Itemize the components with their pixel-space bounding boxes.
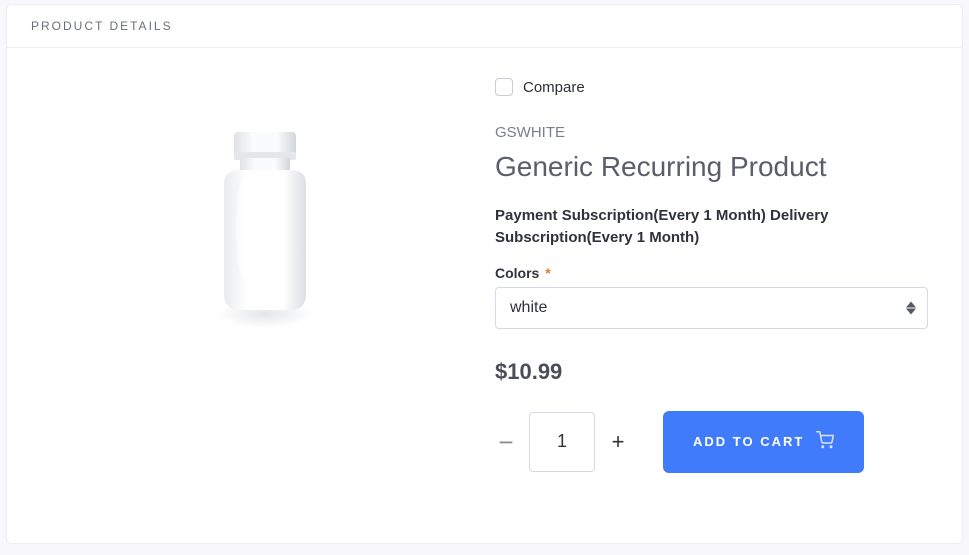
product-title: Generic Recurring Product — [495, 151, 928, 183]
add-to-cart-label: ADD TO CART — [693, 434, 804, 449]
product-image — [200, 128, 330, 348]
add-to-cart-button[interactable]: ADD TO CART — [663, 411, 864, 473]
colors-select-wrap — [495, 287, 928, 329]
product-info-column: Compare GSWHITE Generic Recurring Produc… — [495, 78, 934, 473]
action-row: − + ADD TO CART — [495, 411, 928, 473]
product-sku: GSWHITE — [495, 124, 928, 141]
colors-field-label: Colors * — [495, 265, 928, 281]
panel-title: PRODUCT DETAILS — [7, 5, 962, 48]
compare-checkbox[interactable] — [495, 78, 513, 96]
quantity-increase-button[interactable]: + — [607, 431, 629, 453]
product-image-column — [35, 78, 495, 473]
card-body: Compare GSWHITE Generic Recurring Produc… — [7, 48, 962, 493]
quantity-decrease-button[interactable]: − — [495, 431, 517, 453]
cart-icon — [816, 431, 834, 452]
colors-select[interactable] — [495, 287, 928, 329]
required-indicator: * — [545, 265, 550, 281]
colors-label-text: Colors — [495, 265, 539, 281]
product-price: $10.99 — [495, 359, 928, 385]
subscription-description: Payment Subscription(Every 1 Month) Deli… — [495, 205, 928, 249]
quantity-input[interactable] — [529, 412, 595, 472]
compare-row: Compare — [495, 78, 928, 96]
product-details-card: PRODUCT DETAILS — [6, 4, 963, 544]
compare-label: Compare — [523, 79, 585, 96]
